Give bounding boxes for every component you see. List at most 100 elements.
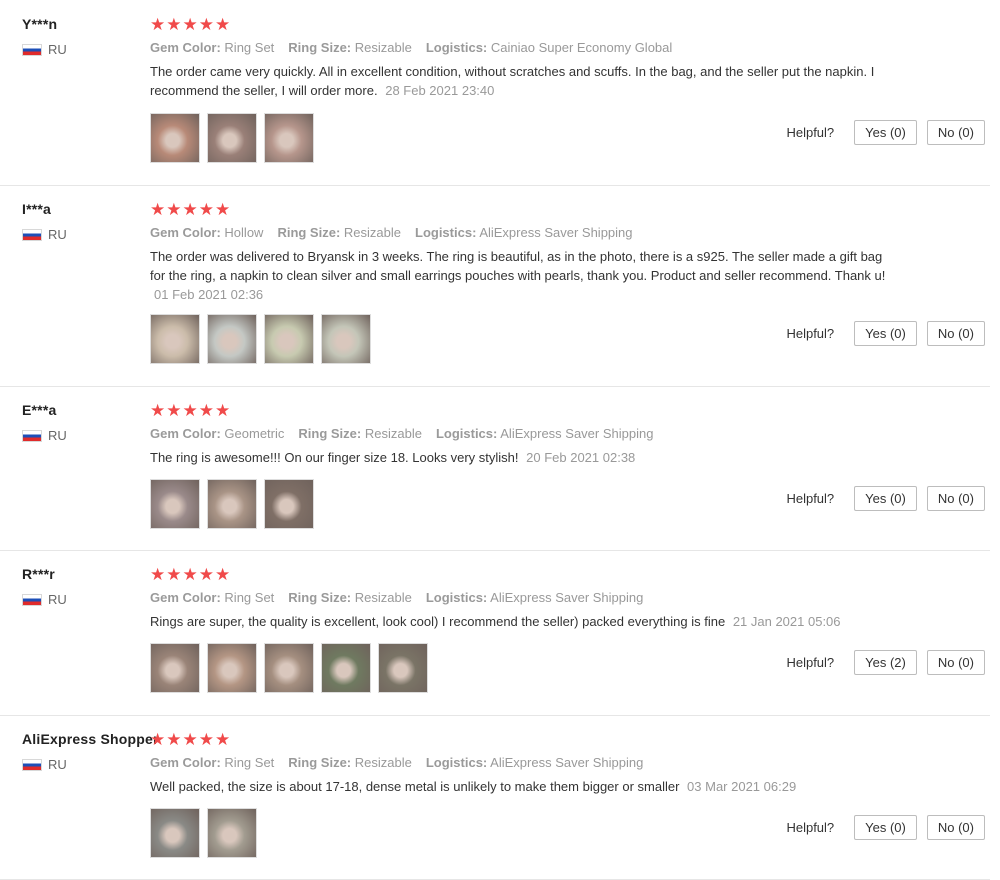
reviewer-name: E***a [22, 402, 57, 418]
review-item: E***a RU ★★★★★ Gem Color: Geometric Ring Siz… [0, 386, 990, 551]
review-photo-thumbnail[interactable] [207, 808, 257, 858]
helpful-no-button[interactable]: No (0) [926, 486, 985, 511]
sku-attributes: Gem Color: Ring Set Ring Size: Resizable L… [150, 590, 910, 605]
review-item: Y***n RU ★★★★★ Gem Color: Ring Set Ring Size… [0, 0, 990, 186]
review-photo-thumbnail[interactable] [150, 479, 200, 529]
review-photo-thumbnail[interactable] [321, 643, 371, 693]
helpful-no-button[interactable]: No (0) [926, 321, 985, 346]
helpful-actions: Helpful? Yes (0) No (0) [786, 321, 985, 346]
review-photo-thumbnail[interactable] [264, 479, 314, 529]
review-body: Well packed, the size is about 17-18, de… [150, 779, 680, 794]
ring-size-value: Resizable [354, 40, 412, 55]
country-code: RU [48, 428, 67, 443]
logistics-value: AliExpress Saver Shipping [500, 426, 654, 441]
star-rating: ★★★★★ [150, 565, 232, 584]
review-date: 01 Feb 2021 02:36 [154, 287, 264, 302]
review-content: ★★★★★ Gem Color: Ring Set Ring Size: Resiz… [150, 731, 910, 796]
review-content: ★★★★★ Gem Color: Ring Set Ring Size: Resiz… [150, 566, 910, 631]
logistics-label: Logistics: [425, 590, 488, 605]
reviewer-info: E***a RU [22, 402, 67, 443]
ring-size-label: Ring Size: [277, 225, 341, 240]
sku-attributes: Gem Color: Ring Set Ring Size: Resizable L… [150, 755, 910, 770]
review-photos [150, 314, 371, 364]
review-photo-thumbnail[interactable] [264, 113, 314, 163]
review-date: 03 Mar 2021 06:29 [687, 779, 797, 794]
review-photo-thumbnail[interactable] [207, 314, 257, 364]
review-item: I***a RU ★★★★★ Gem Color: Hollow Ring Size: … [0, 185, 990, 387]
logistics-value: Cainiao Super Economy Global [490, 40, 673, 55]
review-photo-thumbnail[interactable] [150, 314, 200, 364]
review-body: Rings are super, the quality is excellen… [150, 614, 726, 629]
ring-size-label: Ring Size: [288, 755, 352, 770]
reviewer-name: Y***n [22, 16, 58, 32]
country-code: RU [48, 42, 67, 57]
review-photo-thumbnail[interactable] [150, 643, 200, 693]
review-text: Rings are super, the quality is excellen… [150, 612, 890, 631]
russia-flag-icon [22, 43, 42, 56]
review-photo-thumbnail[interactable] [378, 643, 428, 693]
helpful-no-button[interactable]: No (0) [926, 120, 985, 145]
review-body: The order came very quickly. All in exce… [150, 64, 875, 98]
logistics-label: Logistics: [425, 40, 488, 55]
country-code: RU [48, 757, 67, 772]
star-rating: ★★★★★ [150, 730, 232, 749]
review-photo-thumbnail[interactable] [207, 113, 257, 163]
logistics-value: AliExpress Saver Shipping [490, 590, 644, 605]
review-content: ★★★★★ Gem Color: Ring Set Ring Size: Resiz… [150, 16, 910, 100]
review-photo-thumbnail[interactable] [207, 479, 257, 529]
russia-flag-icon [22, 228, 42, 241]
helpful-no-button[interactable]: No (0) [926, 650, 985, 675]
helpful-actions: Helpful? Yes (0) No (0) [786, 120, 985, 145]
helpful-yes-button[interactable]: Yes (2) [854, 650, 917, 675]
review-photo-thumbnail[interactable] [264, 314, 314, 364]
helpful-label: Helpful? [786, 125, 835, 140]
review-date: 28 Feb 2021 23:40 [385, 83, 495, 98]
gem-color-value: Ring Set [224, 40, 275, 55]
gem-color-value: Hollow [224, 225, 264, 240]
review-text: Well packed, the size is about 17-18, de… [150, 777, 890, 796]
reviewer-info: R***r RU [22, 566, 67, 607]
review-date: 21 Jan 2021 05:06 [732, 614, 841, 629]
helpful-yes-button[interactable]: Yes (0) [854, 486, 917, 511]
logistics-value: AliExpress Saver Shipping [479, 225, 633, 240]
gem-color-label: Gem Color: [150, 40, 221, 55]
review-photo-thumbnail[interactable] [207, 643, 257, 693]
gem-color-value: Geometric [224, 426, 285, 441]
review-photo-thumbnail[interactable] [150, 808, 200, 858]
helpful-yes-button[interactable]: Yes (0) [854, 815, 917, 840]
ring-size-label: Ring Size: [288, 590, 352, 605]
russia-flag-icon [22, 429, 42, 442]
ring-size-value: Resizable [343, 225, 401, 240]
reviewer-info: Y***n RU [22, 16, 67, 57]
helpful-yes-button[interactable]: Yes (0) [854, 321, 917, 346]
helpful-actions: Helpful? Yes (0) No (0) [786, 815, 985, 840]
reviewer-info: AliExpress Shopper RU [22, 731, 159, 772]
ring-size-label: Ring Size: [288, 40, 352, 55]
gem-color-label: Gem Color: [150, 755, 221, 770]
review-text: The order came very quickly. All in exce… [150, 62, 890, 100]
review-text: The order was delivered to Bryansk in 3 … [150, 247, 890, 304]
russia-flag-icon [22, 593, 42, 606]
review-date: 20 Feb 2021 02:38 [526, 450, 636, 465]
helpful-no-button[interactable]: No (0) [926, 815, 985, 840]
gem-color-label: Gem Color: [150, 225, 221, 240]
sku-attributes: Gem Color: Geometric Ring Size: Resizable… [150, 426, 910, 441]
helpful-yes-button[interactable]: Yes (0) [854, 120, 917, 145]
gem-color-label: Gem Color: [150, 426, 221, 441]
review-photos [150, 643, 428, 693]
review-photos [150, 113, 314, 163]
logistics-value: AliExpress Saver Shipping [490, 755, 644, 770]
star-rating: ★★★★★ [150, 401, 232, 420]
logistics-label: Logistics: [415, 225, 477, 240]
review-photo-thumbnail[interactable] [150, 113, 200, 163]
review-photo-thumbnail[interactable] [321, 314, 371, 364]
reviewer-name: R***r [22, 566, 55, 582]
sku-attributes: Gem Color: Hollow Ring Size: Resizable Log… [150, 225, 910, 240]
review-content: ★★★★★ Gem Color: Hollow Ring Size: Resizab… [150, 201, 910, 304]
reviewer-country: RU [22, 42, 67, 57]
review-photo-thumbnail[interactable] [264, 643, 314, 693]
helpful-actions: Helpful? Yes (2) No (0) [786, 650, 985, 675]
helpful-label: Helpful? [786, 655, 835, 670]
helpful-label: Helpful? [786, 326, 835, 341]
logistics-label: Logistics: [435, 426, 498, 441]
